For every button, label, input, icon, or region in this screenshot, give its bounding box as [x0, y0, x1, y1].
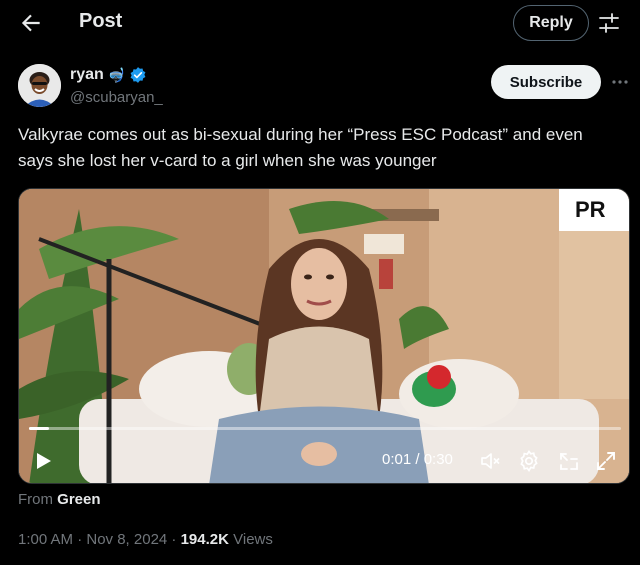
from-label: From [18, 491, 53, 508]
video-time: 0:01 / 0:30 [382, 451, 453, 468]
mute-icon[interactable] [478, 449, 502, 473]
gear-icon[interactable] [517, 449, 541, 473]
from-attribution: From Green [18, 491, 101, 508]
post-metadata: 1:00 AM · Nov 8, 2024 · 194.2K Views [18, 531, 273, 548]
video-frame-image: PR [19, 189, 629, 483]
play-icon[interactable] [31, 449, 55, 473]
timestamp[interactable]: 1:00 AM · Nov 8, 2024 · [18, 531, 181, 548]
author-name-row: ryan 🤿 [70, 66, 147, 84]
ellipsis-icon[interactable] [610, 72, 630, 92]
top-bar: Post Reply [0, 0, 640, 46]
author-name[interactable]: ryan [70, 66, 104, 84]
verified-badge-icon [130, 67, 146, 83]
progress-bar[interactable] [29, 427, 621, 430]
author-handle[interactable]: @scubaryan_ [70, 89, 163, 106]
from-source-link[interactable]: Green [57, 491, 100, 508]
sliders-icon[interactable] [597, 11, 621, 35]
tweet-text: Valkyrae comes out as bi-sexual during h… [18, 125, 583, 170]
progress-fill [29, 427, 49, 430]
picture-in-picture-icon[interactable] [557, 449, 581, 473]
page-title: Post [79, 10, 123, 32]
views-label: Views [228, 531, 273, 548]
subscribe-button[interactable]: Subscribe [491, 65, 601, 99]
reply-button[interactable]: Reply [513, 5, 589, 41]
views-count: 194.2K [180, 531, 229, 548]
fullscreen-icon[interactable] [594, 449, 618, 473]
sign-text: PR [575, 197, 606, 222]
diving-mask-emoji: 🤿 [107, 66, 126, 83]
video-player[interactable]: PR 0:01 / 0:30 [18, 188, 630, 484]
avatar[interactable] [18, 64, 61, 107]
arrow-left-icon[interactable] [18, 10, 44, 36]
